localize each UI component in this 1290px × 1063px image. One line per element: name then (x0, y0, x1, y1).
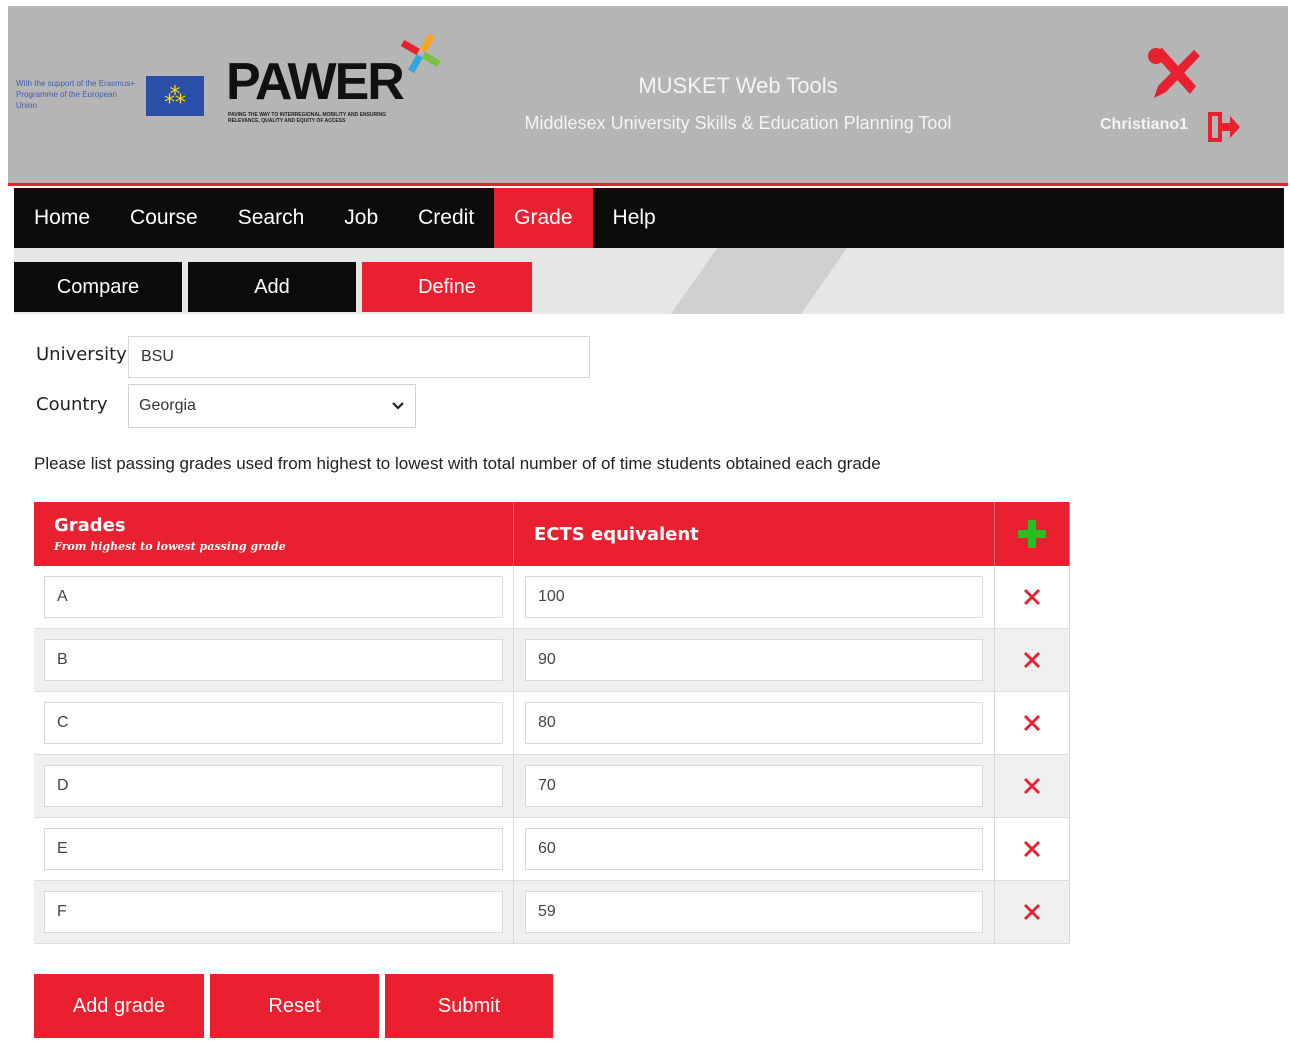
grade-input[interactable]: A (44, 576, 503, 618)
col-grades-subtitle: From highest to lowest passing grade (54, 540, 286, 553)
pawer-logo: PAWER PAVING THE WAY TO INTERREGIONAL MO… (226, 33, 446, 146)
nav-credit[interactable]: Credit (398, 188, 494, 248)
ects-input[interactable]: 100 (525, 576, 983, 618)
country-select[interactable]: Georgia (128, 384, 416, 428)
tab-compare[interactable]: Compare (14, 262, 182, 312)
sub-nav: Compare Add Define (14, 248, 1284, 314)
nav-help[interactable]: Help (593, 188, 676, 248)
col-ects-header: ECTS equivalent (514, 502, 995, 566)
app-title-block: MUSKET Web Tools Middlesex University Sk… (478, 70, 998, 136)
main-nav: Home Course Search Job Credit Grade Help (14, 188, 1284, 248)
page: With the support of the Erasmus+ Program… (0, 0, 1290, 1063)
eu-flag-icon: ⁂ (146, 76, 204, 116)
app-subtitle: Middlesex University Skills & Education … (524, 113, 952, 133)
ects-input[interactable]: 60 (525, 828, 983, 870)
delete-x-icon[interactable] (1021, 712, 1043, 734)
eu-support-text: With the support of the Erasmus+ Program… (16, 79, 135, 110)
wrench-screwdriver-icon[interactable] (1144, 46, 1204, 100)
delete-x-icon[interactable] (1021, 649, 1043, 671)
user-block: Christiano1 (1092, 46, 1262, 146)
instructions-text: Please list passing grades used from hig… (34, 454, 881, 473)
nav-home[interactable]: Home (14, 188, 110, 248)
add-row-cell (995, 502, 1070, 566)
tab-define[interactable]: Define (362, 262, 532, 312)
grade-input[interactable]: F (44, 891, 503, 933)
table-row: E 60 (34, 818, 1070, 881)
pawer-star-icon (400, 33, 441, 74)
chevron-down-icon (392, 402, 404, 410)
tab-add[interactable]: Add (188, 262, 356, 312)
add-grade-button[interactable]: Add grade (34, 974, 204, 1038)
site-header: With the support of the Erasmus+ Program… (8, 6, 1288, 186)
country-select-value: Georgia (139, 397, 196, 414)
grade-input[interactable]: E (44, 828, 503, 870)
university-input[interactable]: BSU (128, 336, 590, 378)
app-title: MUSKET Web Tools (638, 73, 838, 98)
table-row: C 80 (34, 692, 1070, 755)
table-row: B 90 (34, 629, 1070, 692)
table-row: A 100 (34, 566, 1070, 629)
logout-icon[interactable] (1206, 110, 1242, 144)
username[interactable]: Christiano1 (1100, 116, 1188, 134)
col-ects-title: ECTS equivalent (534, 523, 699, 545)
ects-input[interactable]: 90 (525, 639, 983, 681)
nav-job[interactable]: Job (324, 188, 398, 248)
table-row: F 59 (34, 881, 1070, 944)
delete-x-icon[interactable] (1021, 586, 1043, 608)
pawer-tagline: PAVING THE WAY TO INTERREGIONAL MOBILITY… (228, 112, 386, 124)
table-row: D 70 (34, 755, 1070, 818)
plus-icon[interactable] (1016, 518, 1048, 550)
grade-input[interactable]: B (44, 639, 503, 681)
grade-input[interactable]: C (44, 702, 503, 744)
nav-grade[interactable]: Grade (494, 188, 593, 248)
reset-button[interactable]: Reset (210, 974, 379, 1038)
grade-input[interactable]: D (44, 765, 503, 807)
grades-table: Grades From highest to lowest passing gr… (34, 502, 1070, 944)
country-label: Country (36, 394, 108, 415)
delete-x-icon[interactable] (1021, 838, 1043, 860)
table-header: Grades From highest to lowest passing gr… (34, 502, 1070, 566)
ects-input[interactable]: 80 (525, 702, 983, 744)
submit-button[interactable]: Submit (385, 974, 553, 1038)
main-content: University BSU Country Georgia Please li… (14, 314, 1284, 1063)
delete-x-icon[interactable] (1021, 901, 1043, 923)
nav-course[interactable]: Course (110, 188, 218, 248)
col-grades-title: Grades (54, 515, 126, 536)
university-label: University (36, 344, 127, 365)
ects-input[interactable]: 59 (525, 891, 983, 933)
pawer-wordmark: PAWER (226, 53, 405, 111)
eu-support-logo: With the support of the Erasmus+ Program… (16, 76, 206, 118)
col-grades-header: Grades From highest to lowest passing gr… (34, 502, 514, 566)
ects-input[interactable]: 70 (525, 765, 983, 807)
delete-x-icon[interactable] (1021, 775, 1043, 797)
nav-search[interactable]: Search (218, 188, 325, 248)
